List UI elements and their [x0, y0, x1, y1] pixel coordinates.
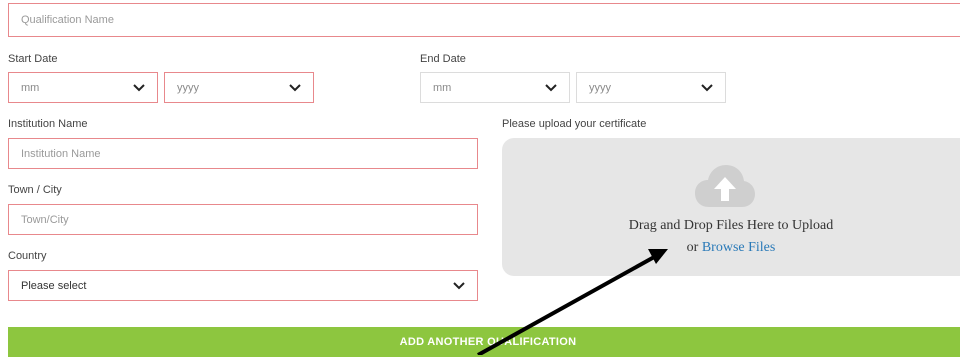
chevron-down-icon	[545, 83, 557, 91]
start-year-value: yyyy	[177, 81, 199, 94]
town-city-input[interactable]: Town/City	[8, 204, 478, 235]
qualification-name-placeholder: Qualification Name	[21, 14, 114, 26]
drag-drop-text: Drag and Drop Files Here to Upload	[628, 218, 834, 233]
chevron-down-icon	[289, 83, 301, 91]
town-city-label: Town / City	[8, 184, 62, 196]
end-date-label: End Date	[420, 53, 466, 65]
or-text: or	[686, 240, 702, 255]
end-month-select[interactable]: mm	[420, 72, 570, 103]
country-select[interactable]: Please select	[8, 270, 478, 301]
town-city-placeholder: Town/City	[21, 213, 69, 226]
chevron-down-icon	[701, 83, 713, 91]
start-month-select[interactable]: mm	[8, 72, 158, 103]
qualification-name-input[interactable]: Qualification Name	[8, 3, 960, 37]
add-another-qualification-button[interactable]: ADD ANOTHER QUALIFICATION	[8, 327, 960, 357]
browse-files-link[interactable]: Browse Files	[702, 240, 776, 255]
upload-certificate-label: Please upload your certificate	[502, 118, 647, 130]
end-year-value: yyyy	[589, 81, 611, 94]
country-label: Country	[8, 250, 47, 262]
institution-name-placeholder: Institution Name	[21, 147, 101, 160]
institution-name-label: Institution Name	[8, 118, 88, 130]
institution-name-input[interactable]: Institution Name	[8, 138, 478, 169]
start-month-value: mm	[21, 81, 40, 94]
file-drop-zone[interactable]: Drag and Drop Files Here to Upload or Br…	[502, 138, 960, 276]
browse-line: or Browse Files	[502, 240, 960, 256]
chevron-down-icon	[453, 281, 465, 289]
cloud-upload-icon	[695, 165, 755, 207]
add-another-qualification-label: ADD ANOTHER QUALIFICATION	[399, 336, 577, 348]
end-month-value: mm	[433, 81, 452, 94]
start-year-select[interactable]: yyyy	[164, 72, 314, 103]
country-value: Please select	[21, 279, 87, 292]
chevron-down-icon	[133, 83, 145, 91]
start-date-label: Start Date	[8, 53, 58, 65]
end-year-select[interactable]: yyyy	[576, 72, 726, 103]
